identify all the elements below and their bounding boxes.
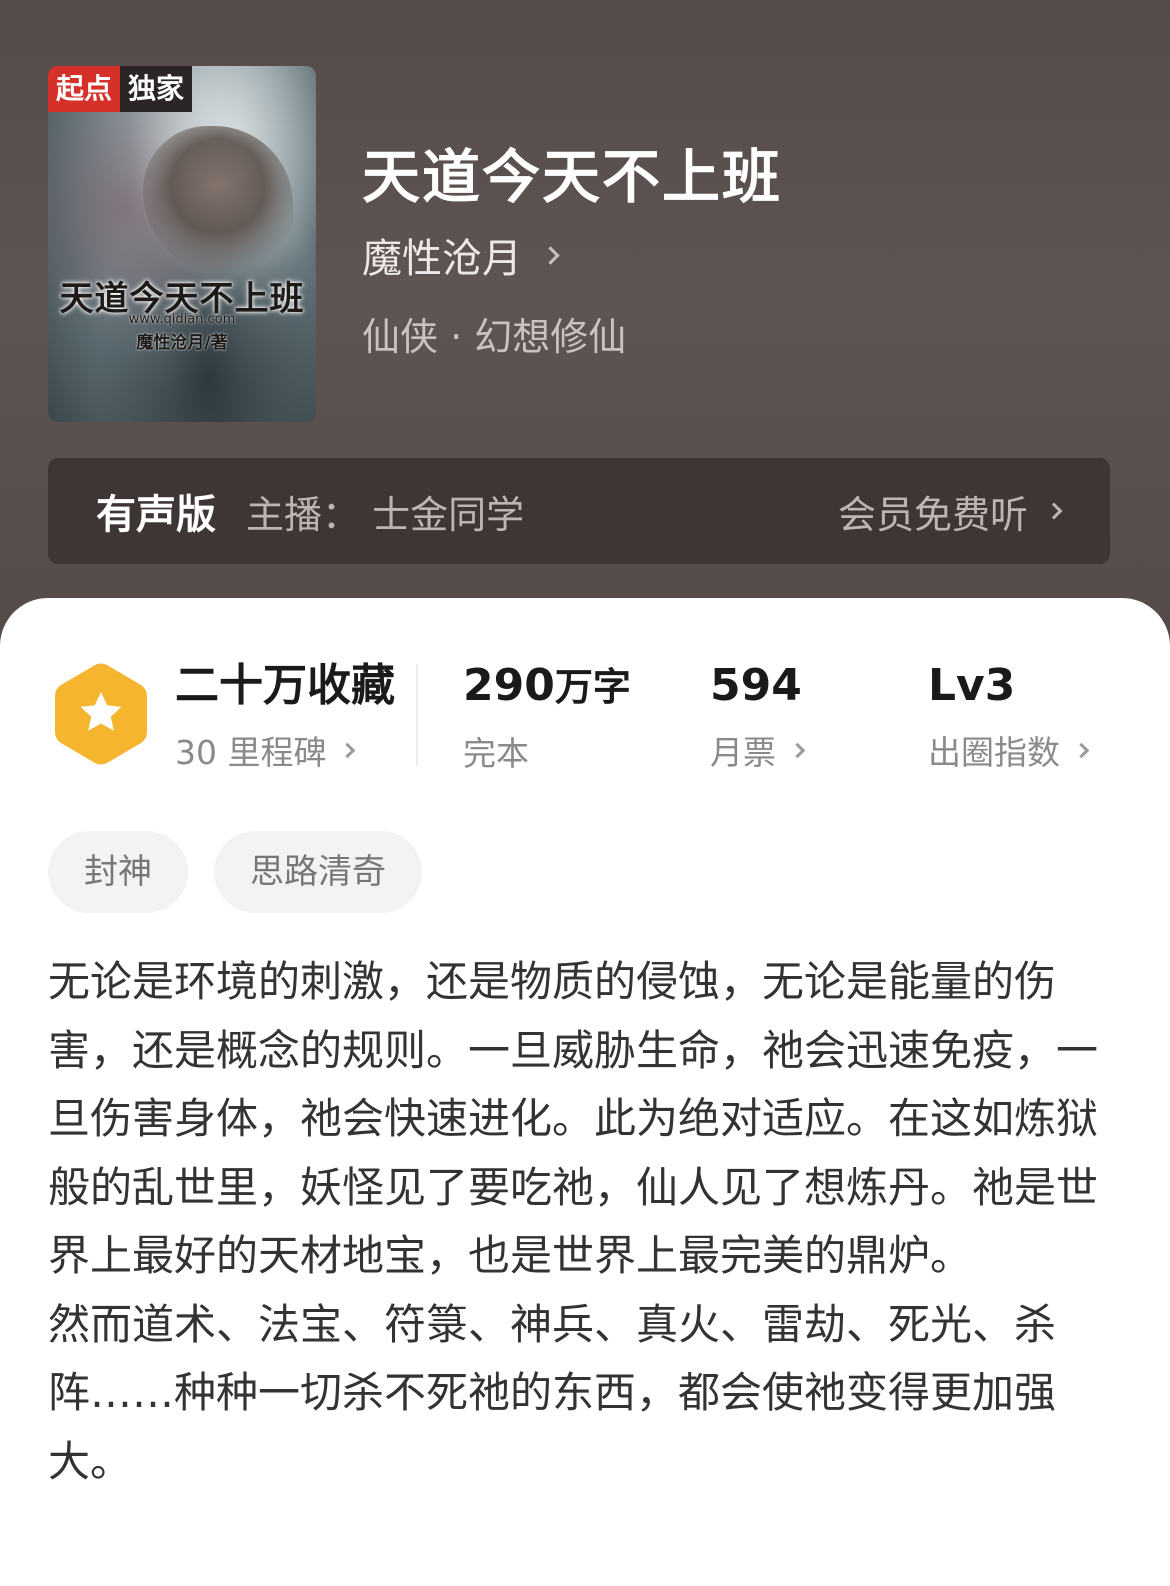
monthly-ticket-label: 月票 xyxy=(710,733,776,772)
chevron-right-icon xyxy=(1045,502,1063,520)
completion-status: 完本 xyxy=(463,734,529,773)
stat-divider xyxy=(416,664,418,766)
popularity-index-stat[interactable]: Lv3 出圈指数 xyxy=(928,660,1090,774)
book-synopsis: 无论是环境的刺激，还是物质的侵蚀，无论是能量的伤害，还是概念的规则。一旦威胁生命… xyxy=(48,948,1128,1496)
synopsis-paragraph: 然而道术、法宝、符箓、神兵、真火、雷劫、死光、杀阵……种种一切杀不死祂的东西，都… xyxy=(48,1299,1057,1486)
popularity-level: Lv3 xyxy=(928,660,1016,711)
audiobook-bar[interactable]: 有声版 主播： 士金同学 会员免费听 xyxy=(48,458,1110,564)
book-cover[interactable]: 起点 独家 天道今天不上班 www.qidian.com 魔性沧月/著 xyxy=(48,66,316,422)
cover-badge-exclusive: 独家 xyxy=(120,66,193,112)
popularity-index-label: 出圈指数 xyxy=(928,733,1060,772)
word-count-stat: 290万字 完本 xyxy=(463,660,631,775)
milestone-label: 30 里程碑 xyxy=(175,733,327,772)
audiobook-host: 主播： 士金同学 xyxy=(246,492,525,537)
book-genre: 仙侠 · 幻想修仙 xyxy=(362,315,627,359)
chevron-right-icon xyxy=(541,245,560,265)
cover-url: www.qidian.com xyxy=(128,312,236,327)
chevron-right-icon xyxy=(789,742,806,758)
monthly-ticket-count: 594 xyxy=(710,660,802,711)
cover-author: 魔性沧月/著 xyxy=(136,333,228,353)
chevron-right-icon xyxy=(1073,742,1090,758)
word-count-unit: 万字 xyxy=(554,665,631,709)
tag-chip[interactable]: 封神 xyxy=(48,831,188,913)
author-link[interactable]: 魔性沧月 xyxy=(362,226,560,284)
synopsis-paragraph: 无论是环境的刺激，还是物质的侵蚀，无论是能量的伤害，还是概念的规则。一旦威胁生命… xyxy=(48,957,1099,1280)
chevron-right-icon xyxy=(340,742,356,758)
cover-badge-qidian: 起点 xyxy=(48,66,121,112)
author-name: 魔性沧月 xyxy=(362,236,522,282)
cover-badge: 起点 独家 xyxy=(48,66,193,112)
word-count-number: 290 xyxy=(463,660,555,711)
tag-list: 封神 思路清奇 xyxy=(48,831,448,913)
member-free-listen-button[interactable]: 会员免费听 xyxy=(837,484,1063,539)
collection-count: 二十万收藏 xyxy=(175,660,395,711)
tag-chip[interactable]: 思路清奇 xyxy=(214,831,422,913)
monthly-ticket-stat[interactable]: 594 月票 xyxy=(710,660,806,774)
collection-stat[interactable]: 二十万收藏 30 里程碑 xyxy=(175,660,395,774)
book-title: 天道今天不上班 xyxy=(362,143,783,211)
star-hexagon-icon xyxy=(55,663,147,765)
member-free-listen-label: 会员免费听 xyxy=(837,492,1028,537)
audiobook-label: 有声版 xyxy=(96,492,216,538)
